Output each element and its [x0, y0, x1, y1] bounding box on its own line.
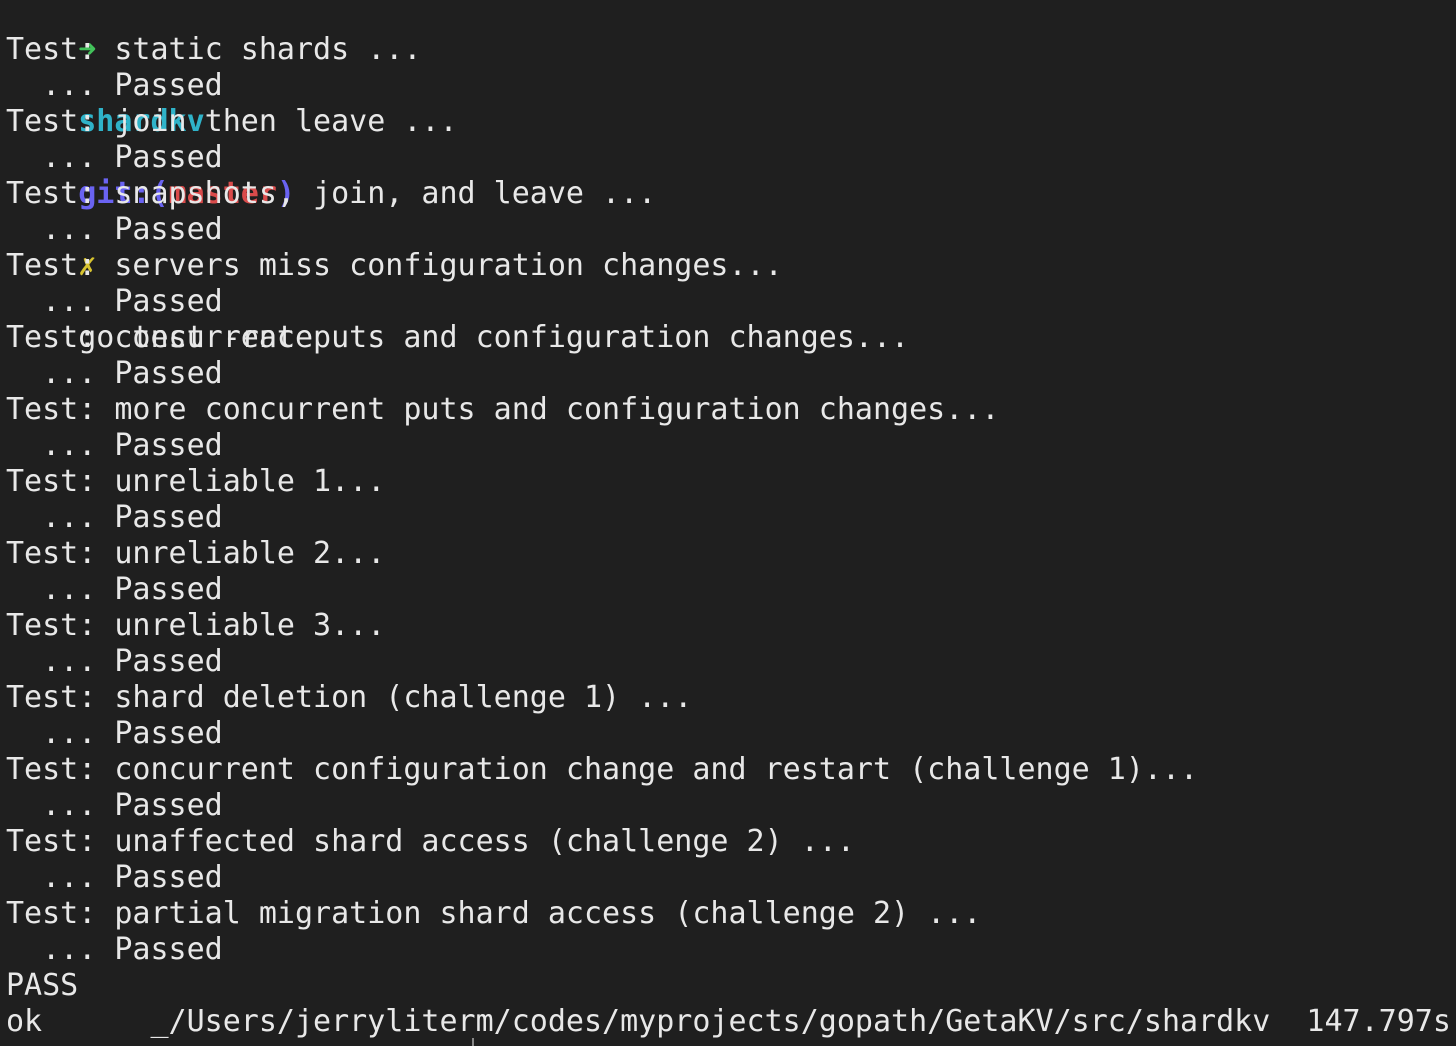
output-line: ok _/Users/jerryliterm/codes/myprojects/…	[6, 1004, 1451, 1039]
output-line: ... Passed	[6, 500, 223, 535]
output-line: ... Passed	[6, 68, 223, 103]
output-line: ... Passed	[6, 356, 223, 391]
output-line: ... Passed	[6, 860, 223, 895]
output-line: ... Passed	[6, 428, 223, 463]
output-line: Test: more concurrent puts and configura…	[6, 392, 1000, 427]
output-line: ... Passed	[6, 140, 223, 175]
output-line: Test: unreliable 3...	[6, 608, 386, 643]
terminal-window[interactable]: ➜ shardkv git:(master) ✗ go test -race T…	[0, 0, 1456, 1046]
output-line: Test: concurrent puts and configuration …	[6, 320, 910, 355]
output-line: ... Passed	[6, 716, 223, 751]
terminal-cursor	[472, 1038, 474, 1046]
output-line: Test: servers miss configuration changes…	[6, 248, 783, 283]
output-line: Test: unaffected shard access (challenge…	[6, 824, 855, 859]
output-line: PASS	[6, 968, 79, 1003]
output-line: ... Passed	[6, 788, 223, 823]
output-line: Test: concurrent configuration change an…	[6, 752, 1199, 787]
output-line: Test: unreliable 2...	[6, 536, 386, 571]
output-line: ... Passed	[6, 932, 223, 967]
output-line: Test: partial migration shard access (ch…	[6, 896, 982, 931]
output-line: ... Passed	[6, 284, 223, 319]
output-line: ... Passed	[6, 644, 223, 679]
output-line: Test: static shards ...	[6, 32, 422, 67]
output-line: Test: join then leave ...	[6, 104, 458, 139]
prompt-line: ➜ shardkv git:(master) ✗ go test -race	[6, 0, 313, 355]
output-line: Test: unreliable 1...	[6, 464, 386, 499]
output-line: Test: shard deletion (challenge 1) ...	[6, 680, 693, 715]
output-line: Test: snapshots, join, and leave ...	[6, 176, 657, 211]
output-line: ... Passed	[6, 212, 223, 247]
output-line: ... Passed	[6, 572, 223, 607]
